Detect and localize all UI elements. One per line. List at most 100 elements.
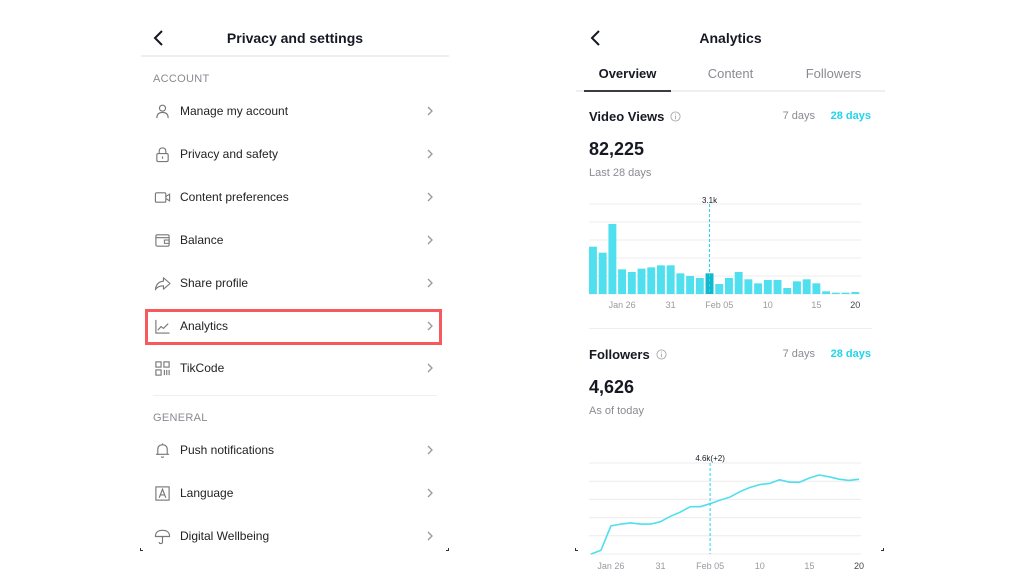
bar: [725, 278, 733, 294]
bar: [783, 288, 792, 294]
person-icon: [153, 102, 171, 120]
video-camera-icon: [153, 188, 171, 206]
chevron-right-icon: [427, 363, 433, 373]
bar: [618, 269, 627, 294]
share-arrow-icon: [153, 274, 171, 292]
chevron-right-icon: [427, 321, 433, 331]
menu-item-label: Content preferences: [180, 190, 289, 204]
section-label-account: ACCOUNT: [153, 73, 210, 85]
bar: [598, 252, 607, 294]
chevron-right-icon: [427, 235, 433, 245]
bar: [715, 284, 724, 294]
chevron-right-icon: [427, 192, 433, 202]
followers-title-text: Followers: [589, 347, 650, 362]
bar: [773, 280, 782, 294]
bar: [744, 279, 753, 294]
menu-item-privacy-safety[interactable]: Privacy and safety: [141, 134, 449, 174]
page-title: Analytics: [699, 30, 762, 46]
x-tick-label: 20: [850, 300, 860, 310]
x-tick-label: Jan 26: [609, 300, 636, 310]
menu-item-share-profile[interactable]: Share profile: [141, 263, 449, 303]
menu-item-manage-account[interactable]: Manage my account: [141, 91, 449, 131]
section-divider: [589, 328, 872, 329]
menu-item-label: Share profile: [180, 276, 249, 290]
x-tick-label: 20: [854, 561, 864, 571]
x-tick-label: Jan 26: [597, 561, 624, 571]
chevron-right-icon: [427, 106, 433, 116]
bar: [841, 292, 850, 294]
menu-item-label: TikCode: [180, 361, 225, 375]
menu-item-label: Push notifications: [180, 443, 275, 457]
bar: [627, 272, 636, 294]
menu-item-tikcode[interactable]: TikCode: [141, 348, 449, 388]
menu-item-content-preferences[interactable]: Content preferences: [141, 177, 449, 217]
menu-item-label: Privacy and safety: [180, 147, 279, 161]
bar: [734, 272, 743, 294]
bar: [822, 291, 831, 294]
frame-corner-mark: [140, 548, 143, 551]
info-icon[interactable]: [670, 111, 681, 122]
menu-item-label: Analytics: [180, 319, 229, 333]
bar: [812, 283, 821, 294]
tab-content[interactable]: Content: [679, 62, 782, 90]
qr-code-icon: [153, 359, 171, 377]
tab-followers[interactable]: Followers: [782, 62, 885, 90]
menu-item-analytics[interactable]: Analytics: [141, 306, 449, 346]
bell-icon: [153, 441, 171, 459]
analytics-tabs: Overview Content Followers: [576, 62, 885, 92]
video-views-total: 82,225: [589, 139, 645, 159]
frame-corner-mark: [881, 548, 884, 551]
bar: [763, 280, 772, 294]
privacy-settings-screen: Privacy and settings ACCOUNT Manage my a…: [141, 20, 449, 552]
bar: [695, 278, 704, 294]
data-label: 4.6k(+2): [695, 454, 725, 463]
chevron-right-icon: [427, 278, 433, 288]
umbrella-icon: [153, 527, 171, 545]
info-icon[interactable]: [656, 349, 667, 360]
page-title: Privacy and settings: [226, 30, 364, 46]
chevron-right-icon: [427, 531, 433, 541]
bar: [686, 276, 695, 294]
bar: [802, 279, 811, 294]
x-tick-label: 10: [755, 561, 765, 571]
tab-overview[interactable]: Overview: [576, 62, 679, 92]
video-views-28-days-button[interactable]: 28 days: [831, 110, 871, 122]
menu-item-push-notifications[interactable]: Push notifications: [141, 430, 449, 470]
nav-header: Privacy and settings: [141, 20, 449, 57]
frame-corner-mark: [446, 548, 449, 551]
wallet-icon: [153, 231, 171, 249]
menu-item-language[interactable]: Language: [141, 473, 449, 513]
bar: [666, 265, 675, 294]
section-label-general: GENERAL: [153, 412, 208, 424]
data-label: 3.1k: [702, 196, 718, 205]
video-views-subtitle: Last 28 days: [589, 167, 652, 179]
menu-item-label: Manage my account: [180, 104, 289, 118]
x-tick-label: 15: [811, 300, 821, 310]
followers-28-days-button[interactable]: 28 days: [831, 348, 871, 360]
frame-corner-mark: [575, 548, 578, 551]
bar: [793, 281, 801, 294]
video-views-7-days-button[interactable]: 7 days: [783, 110, 815, 122]
followers-line-chart: 4.6k(+2) Jan 26 31 Feb 05 10 15 20: [589, 454, 864, 571]
followers-7-days-button[interactable]: 7 days: [783, 348, 815, 360]
bar: [754, 283, 763, 294]
video-views-bar-chart: 3.1k Jan 26 31 Feb 05 10 15 20: [589, 196, 861, 310]
bar: [851, 292, 860, 294]
bar: [676, 273, 685, 294]
bar: [647, 267, 656, 294]
x-tick-label: Feb 05: [696, 561, 724, 571]
followers-title: Followers: [589, 347, 667, 362]
analytics-screen: Analytics Overview Content Followers Vid…: [576, 20, 885, 571]
language-icon: [153, 484, 171, 502]
menu-item-balance[interactable]: Balance: [141, 220, 449, 260]
line-chart-icon: [153, 317, 171, 335]
followers-total: 4,626: [589, 377, 635, 397]
bar: [608, 224, 617, 294]
bar: [831, 292, 840, 294]
x-tick-label: 31: [666, 300, 676, 310]
video-views-title: Video Views: [589, 109, 681, 124]
menu-item-digital-wellbeing[interactable]: Digital Wellbeing: [141, 516, 449, 556]
x-tick-label: 10: [763, 300, 773, 310]
menu-item-label: Language: [180, 486, 234, 500]
bar: [657, 265, 665, 294]
